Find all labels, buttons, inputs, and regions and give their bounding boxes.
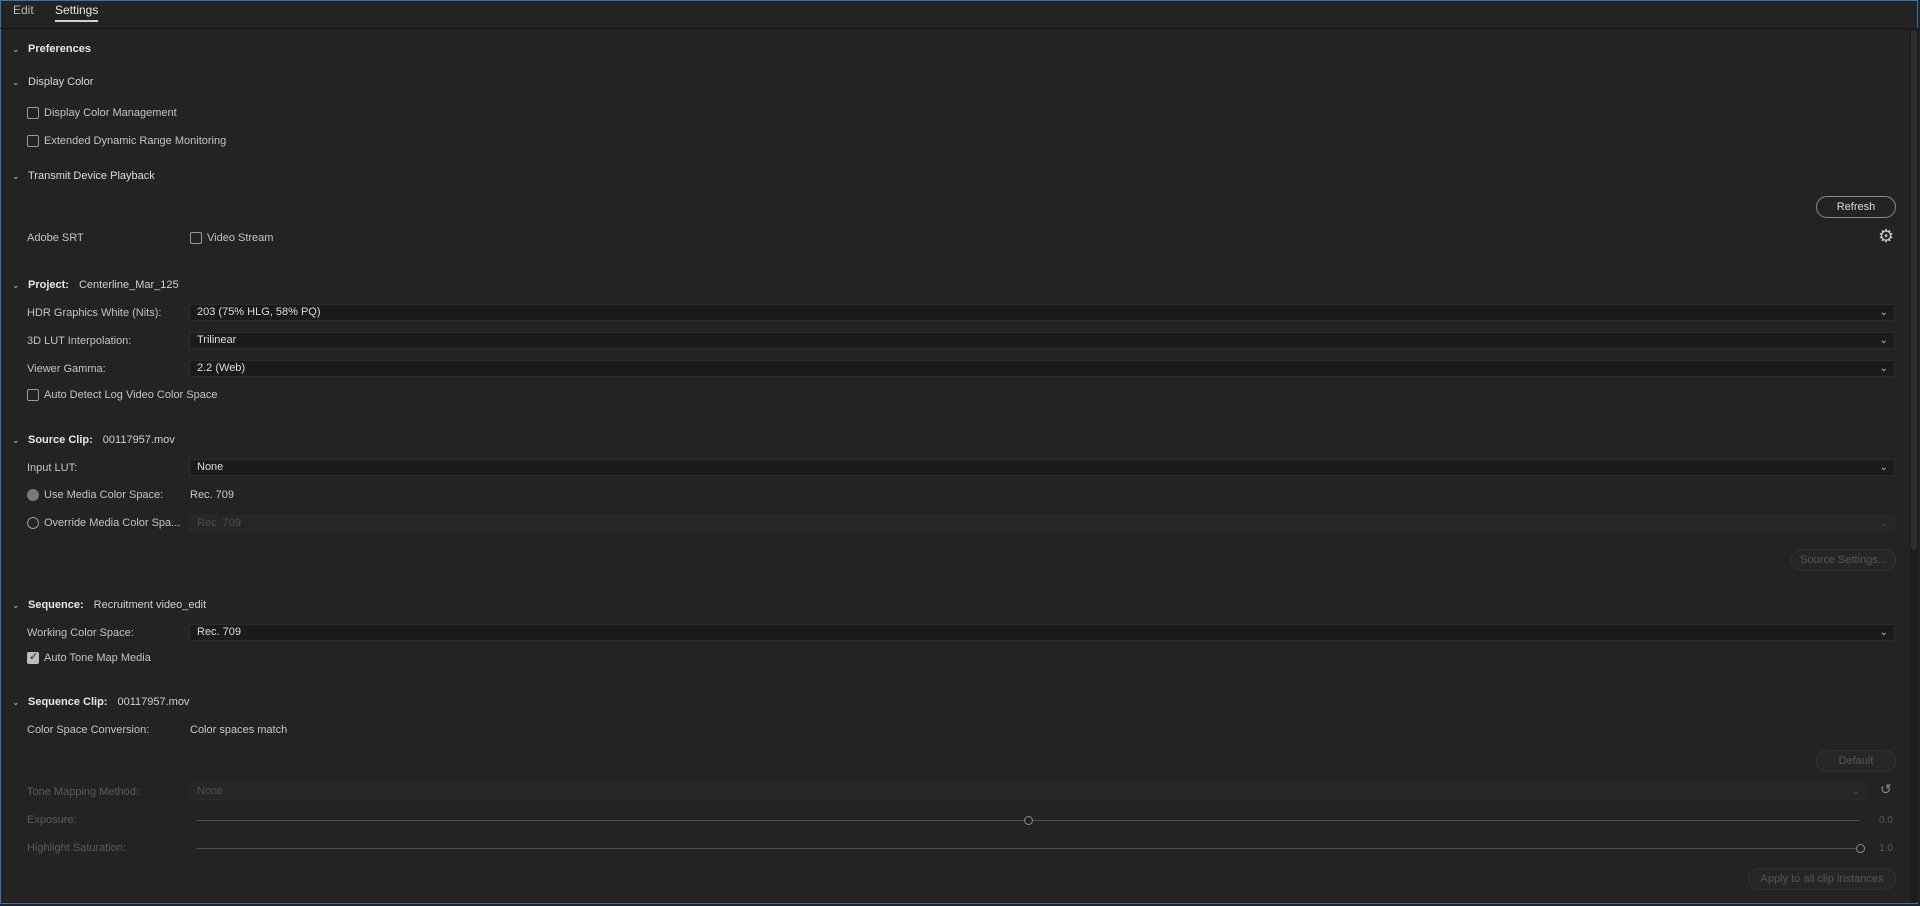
- chevron-down-icon: ⌄: [12, 435, 20, 445]
- highlight-saturation-label: Highlight Saturation:: [27, 842, 127, 854]
- chevron-down-icon: ⌄: [12, 77, 20, 87]
- viewer-gamma-select[interactable]: 2.2 (Web) ⌄: [189, 360, 1895, 377]
- chevron-down-icon: ⌄: [1879, 462, 1888, 473]
- exposure-slider-thumb[interactable]: [1023, 816, 1033, 825]
- chevron-down-icon: ⌄: [12, 171, 20, 181]
- lut-interpolation-select[interactable]: Trilinear ⌄: [189, 332, 1895, 349]
- panel-frame: [0, 0, 1918, 904]
- section-title: Display Color: [28, 76, 94, 88]
- select-value: 2.2 (Web): [197, 362, 246, 374]
- tab-settings[interactable]: Settings: [55, 3, 99, 22]
- select-value: Trilinear: [197, 334, 237, 346]
- chevron-down-icon: ⌄: [1879, 518, 1888, 529]
- chevron-down-icon: ⌄: [1879, 627, 1888, 638]
- tab-edit[interactable]: Edit: [13, 3, 34, 17]
- section-title: Preferences: [28, 43, 91, 55]
- section-title: Sequence Clip:: [28, 696, 108, 708]
- chevron-down-icon: ⌄: [12, 280, 20, 290]
- section-title: Source Clip:: [28, 434, 93, 446]
- reset-icon[interactable]: ↺: [1880, 782, 1892, 798]
- gear-icon[interactable]: ⚙: [1878, 228, 1894, 246]
- tab-bar: Edit Settings: [0, 0, 1920, 29]
- extended-dynamic-range-checkbox[interactable]: [27, 135, 39, 147]
- highlight-saturation-value: 1.0: [1879, 843, 1893, 854]
- working-color-space-select[interactable]: Rec. 709 ⌄: [189, 624, 1895, 641]
- lut-interpolation-label: 3D LUT Interpolation:: [27, 335, 132, 347]
- use-media-color-space-label: Use Media Color Space:: [44, 489, 164, 501]
- default-button[interactable]: Default: [1816, 750, 1896, 772]
- section-title: Project:: [28, 279, 69, 291]
- auto-detect-log-checkbox[interactable]: [27, 389, 39, 401]
- override-media-color-space-select[interactable]: Rec. 709 ⌄: [189, 515, 1895, 532]
- use-media-color-space-radio[interactable]: [27, 489, 39, 501]
- video-stream-checkbox[interactable]: [190, 232, 202, 244]
- select-value: None: [197, 785, 224, 797]
- section-display-color[interactable]: ⌄ Display Color: [12, 76, 93, 88]
- select-value: 203 (75% HLG, 58% PQ): [197, 306, 321, 318]
- source-settings-button[interactable]: Source Settings...: [1791, 549, 1896, 571]
- chevron-down-icon: ⌄: [12, 44, 20, 54]
- hdr-graphics-white-select[interactable]: 203 (75% HLG, 58% PQ) ⌄: [189, 304, 1895, 321]
- input-lut-select[interactable]: None ⌄: [189, 459, 1895, 476]
- vertical-scrollbar[interactable]: [1910, 28, 1918, 902]
- exposure-value: 0.0: [1879, 815, 1893, 826]
- hdr-graphics-white-label: HDR Graphics White (Nits):: [27, 307, 162, 319]
- working-color-space-label: Working Color Space:: [27, 627, 134, 639]
- viewer-gamma-label: Viewer Gamma:: [27, 363, 106, 375]
- sequence-name: Recruitment video_edit: [93, 599, 207, 611]
- chevron-down-icon: ⌄: [1879, 307, 1888, 318]
- select-value: None: [197, 461, 224, 473]
- highlight-saturation-slider-thumb[interactable]: [1855, 844, 1865, 853]
- exposure-label: Exposure:: [27, 814, 77, 826]
- override-media-color-space-radio[interactable]: [27, 517, 39, 529]
- chevron-down-icon: ⌄: [12, 600, 20, 610]
- scrollbar-thumb[interactable]: [1911, 30, 1917, 550]
- tone-mapping-method-select[interactable]: None ⌄: [189, 783, 1867, 800]
- auto-detect-log-label: Auto Detect Log Video Color Space: [44, 389, 218, 401]
- section-title: Sequence:: [28, 599, 84, 611]
- source-clip-name: 00117957.mov: [102, 434, 175, 446]
- refresh-button[interactable]: Refresh: [1816, 196, 1896, 218]
- section-sequence-clip[interactable]: ⌄ Sequence Clip: 00117957.mov: [12, 696, 189, 708]
- display-color-management-checkbox[interactable]: [27, 107, 39, 119]
- section-preferences[interactable]: ⌄ Preferences: [12, 43, 91, 55]
- tone-mapping-method-label: Tone Mapping Method:: [27, 786, 139, 798]
- section-transmit-device-playback[interactable]: ⌄ Transmit Device Playback: [12, 170, 155, 182]
- chevron-down-icon: ⌄: [1879, 363, 1888, 374]
- auto-tone-map-label: Auto Tone Map Media: [44, 652, 151, 664]
- select-value: Rec. 709: [197, 517, 242, 529]
- highlight-saturation-slider-track[interactable]: [196, 848, 1860, 849]
- auto-tone-map-checkbox[interactable]: [27, 650, 39, 664]
- adobe-srt-label: Adobe SRT: [27, 232, 84, 244]
- chevron-down-icon: ⌄: [12, 697, 20, 707]
- display-color-management-label: Display Color Management: [44, 107, 177, 119]
- section-project[interactable]: ⌄ Project: Centerline_Mar_125: [12, 279, 179, 291]
- section-sequence[interactable]: ⌄ Sequence: Recruitment video_edit: [12, 599, 206, 611]
- project-name: Centerline_Mar_125: [78, 279, 179, 291]
- chevron-down-icon: ⌄: [1879, 335, 1888, 346]
- section-source-clip[interactable]: ⌄ Source Clip: 00117957.mov: [12, 434, 175, 446]
- chevron-down-icon: ⌄: [1851, 786, 1860, 797]
- select-value: Rec. 709: [197, 626, 242, 638]
- color-space-conversion-value: Color spaces match: [190, 724, 288, 736]
- video-stream-label: Video Stream: [207, 232, 274, 244]
- color-space-conversion-label: Color Space Conversion:: [27, 724, 150, 736]
- section-title: Transmit Device Playback: [28, 170, 155, 182]
- extended-dynamic-range-label: Extended Dynamic Range Monitoring: [44, 135, 227, 147]
- apply-to-all-clip-instances-button[interactable]: Apply to all clip instances: [1748, 868, 1896, 890]
- sequence-clip-name: 00117957.mov: [117, 696, 190, 708]
- input-lut-label: Input LUT:: [27, 462, 78, 474]
- use-media-color-space-value: Rec. 709: [190, 489, 235, 501]
- override-media-color-space-label: Override Media Color Spa...: [44, 517, 181, 529]
